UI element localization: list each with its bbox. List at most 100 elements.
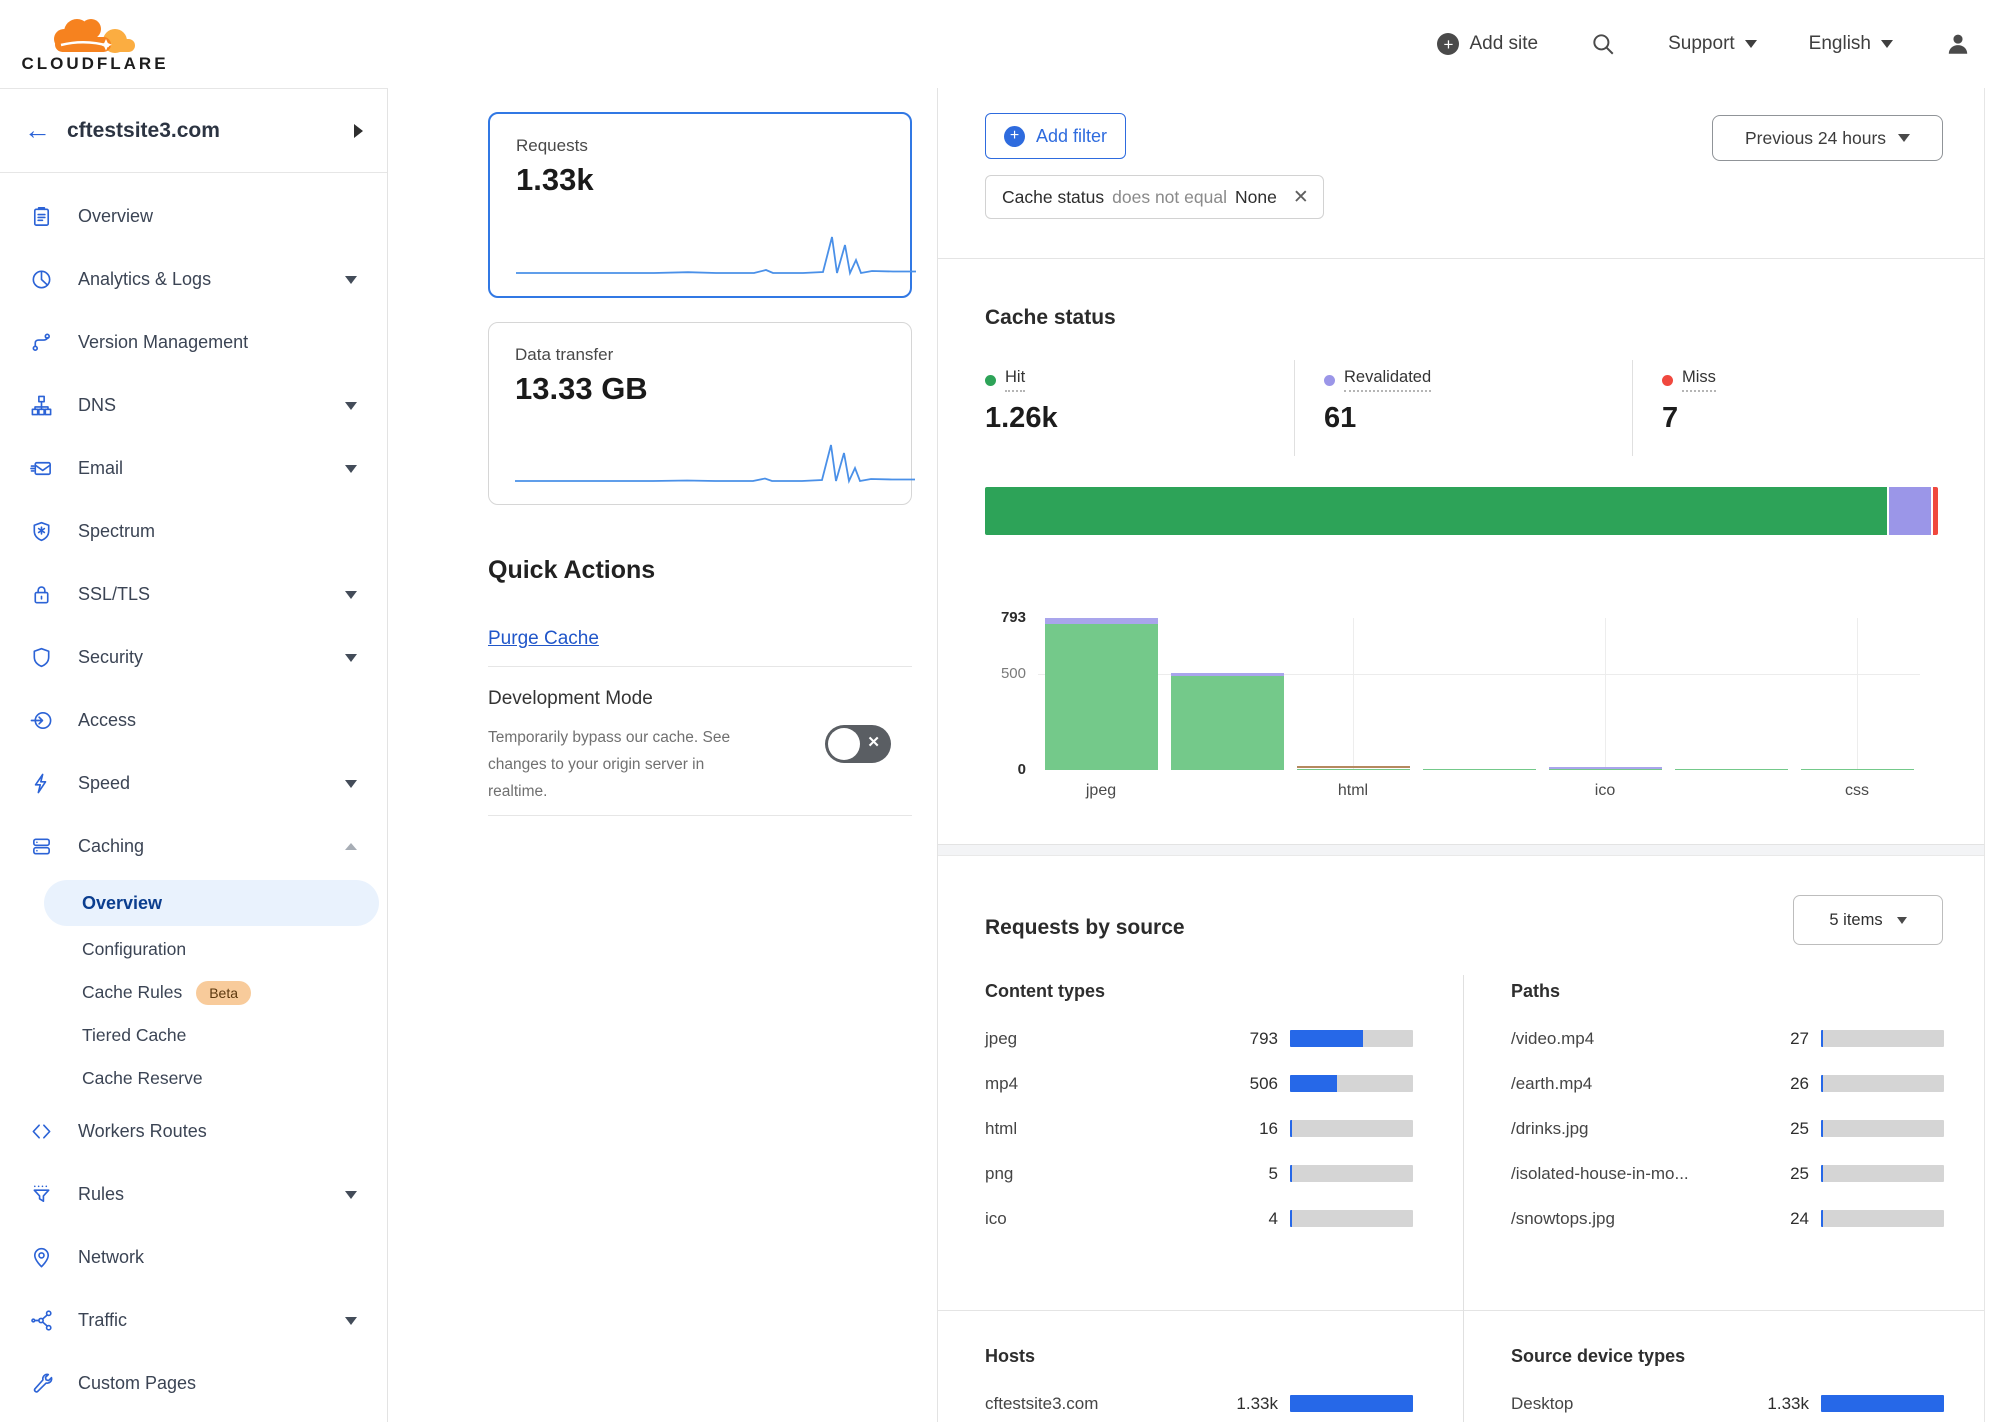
sidebar-subitem-tiered-cache[interactable]: Tiered Cache [0,1014,387,1057]
bolt-icon [30,772,56,796]
chart-segment-miss [1297,766,1410,769]
sidebar-subitem-cache-reserve[interactable]: Cache Reserve [0,1057,387,1100]
sidebar-item-speed[interactable]: Speed [0,752,387,815]
sidebar-subitem-configuration[interactable]: Configuration [0,928,387,971]
sidebar-subitem-overview[interactable]: Overview [44,880,379,926]
requests-by-source-title: Requests by source [985,916,1185,940]
content-type-row-html: html16 [985,1106,1413,1151]
row-value: 25 [1739,1119,1809,1139]
sidebar-item-overview[interactable]: Overview [0,185,387,248]
row-value: 506 [1208,1074,1278,1094]
sidebar-item-ssl-tls[interactable]: SSL/TLS [0,563,387,626]
development-mode-title: Development Mode [488,688,653,710]
purge-cache-link[interactable]: Purge Cache [488,628,599,650]
row-value: 24 [1739,1209,1809,1229]
sidebar-item-traffic[interactable]: Traffic [0,1289,387,1352]
requests-metric-card[interactable]: Requests 1.33k [488,112,912,298]
revalidated-dot-icon [1324,375,1335,386]
sidebar-subitem-cache-rules[interactable]: Cache RulesBeta [0,971,387,1014]
path-header: Paths [1511,981,1944,1002]
add-filter-button[interactable]: + Add filter [985,113,1126,159]
add-filter-label: Add filter [1036,126,1107,147]
row-progress-bar [1290,1210,1413,1227]
row-progress-fill [1290,1165,1292,1182]
share-nodes-icon [30,1309,56,1333]
chart-segment-hit [1801,769,1914,771]
language-label: English [1809,33,1871,55]
cache-status-stacked-bar [985,487,1938,535]
legend-label: Revalidated [1344,368,1431,392]
row-progress-bar [1821,1165,1944,1182]
path-row-video-mp4: /video.mp427 [1511,1016,1944,1061]
sidebar-item-dns[interactable]: DNS [0,374,387,437]
sidebar-item-rules[interactable]: Rules [0,1163,387,1226]
row-progress-fill [1290,1030,1363,1047]
sidebar-item-label: Email [78,458,123,479]
sidebar-item-analytics-logs[interactable]: Analytics & Logs [0,248,387,311]
pin-icon [30,1246,56,1270]
x-axis-tick-ico: ico [1545,782,1665,800]
chevron-down-icon [1745,40,1757,48]
legend-revalidated-toggle[interactable]: Revalidated [1324,368,1431,392]
data-transfer-metric-card[interactable]: Data transfer 13.33 GB [488,322,912,505]
sidebar-item-email[interactable]: Email [0,437,387,500]
row-label: Desktop [1511,1394,1739,1414]
divider [488,666,912,667]
shield-icon [30,646,56,670]
content-type-row-mp4: mp4506 [985,1061,1413,1106]
content-types-column: Content typesjpeg793mp4506html16png5ico4 [985,981,1413,1241]
row-label: /drinks.jpg [1511,1119,1739,1139]
legend-label: Miss [1682,368,1716,392]
row-value: 16 [1208,1119,1278,1139]
row-label: png [985,1164,1208,1184]
toggle-knob [828,728,860,760]
x-axis-tick-html: html [1293,782,1413,800]
development-mode-toggle[interactable]: ✕ [825,725,891,763]
add-site-button[interactable]: + Add site [1437,33,1538,55]
sidebar-item-label: Rules [78,1184,124,1205]
wrench-icon [30,1372,56,1396]
site-switcher-caret-icon[interactable] [354,124,363,138]
section-gap [938,844,1985,856]
divider [488,815,912,816]
sidebar-item-spectrum[interactable]: Spectrum [0,500,387,563]
row-progress-fill [1821,1075,1823,1092]
sidebar-item-version-management[interactable]: Version Management [0,311,387,374]
legend-hit-toggle[interactable]: Hit [985,368,1058,392]
chart-bar-png [1423,618,1536,770]
support-menu[interactable]: Support [1668,33,1757,55]
sidebar-item-workers-routes[interactable]: Workers Routes [0,1100,387,1163]
row-label: /isolated-house-in-mo... [1511,1164,1739,1184]
sidebar-item-network[interactable]: Network [0,1226,387,1289]
language-menu[interactable]: English [1809,33,1893,55]
host-row-cftestsite3-com: cftestsite3.com1.33k [985,1381,1413,1426]
remove-filter-icon[interactable]: ✕ [1293,186,1309,209]
pie-chart-icon [30,268,56,292]
time-range-dropdown[interactable]: Previous 24 hours [1712,115,1943,161]
legend-miss-toggle[interactable]: Miss [1662,368,1716,392]
site-name: cftestsite3.com [67,119,354,143]
requests-sparkline [516,228,916,278]
sidebar-item-custom-pages[interactable]: Custom Pages [0,1352,387,1415]
cloudflare-logo: CLOUDFLARE [20,14,170,74]
row-progress-bar [1821,1210,1944,1227]
sidebar-item-label: Overview [78,206,153,227]
items-count-dropdown[interactable]: 5 items [1793,895,1943,945]
row-label: /earth.mp4 [1511,1074,1739,1094]
sidebar-item-security[interactable]: Security [0,626,387,689]
row-value: 1.33k [1739,1394,1809,1414]
beta-badge: Beta [196,981,251,1005]
user-icon[interactable] [1945,31,1971,57]
sidebar-item-label: DNS [78,395,116,416]
device-header: Source device types [1511,1346,1944,1367]
row-label: mp4 [985,1074,1208,1094]
sidebar-item-access[interactable]: Access [0,689,387,752]
content-type-row-jpeg: jpeg793 [985,1016,1413,1061]
sidebar-item-caching[interactable]: Caching [0,815,387,878]
back-arrow-icon[interactable]: ← [24,117,51,144]
search-icon[interactable] [1590,31,1616,57]
code-icon [30,1120,56,1144]
hosts-column: Hostscftestsite3.com1.33k [985,1346,1413,1426]
divider [1632,360,1633,456]
row-value: 793 [1208,1029,1278,1049]
